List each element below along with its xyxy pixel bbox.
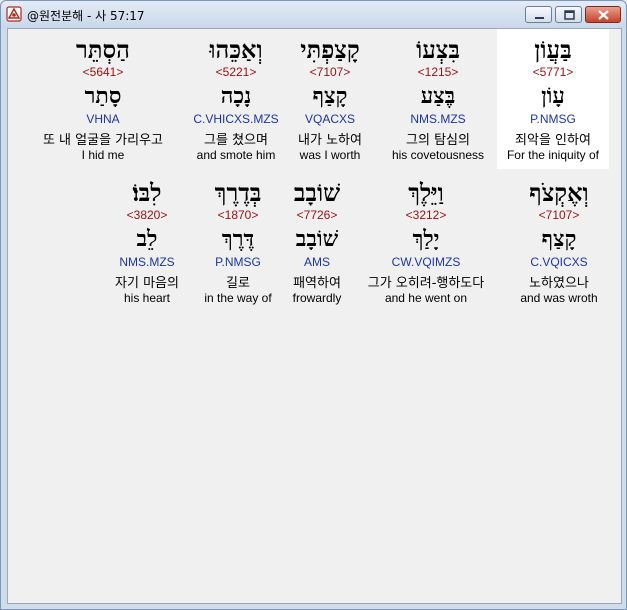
korean-gloss: 그의 탐심의 [406,133,470,148]
word-entry[interactable]: לִבּוֹ׃ <3820> לֵב NMS.MZS 자기 마음의 his he… [91,172,203,312]
hebrew-word: הַסְתֵּר [76,35,130,64]
title-bar[interactable]: @원전분해 - 사 57:17 [1,1,626,28]
word-entry[interactable]: בַּעֲוֹן <5771> עָוֹן P.NMSG 죄악을 인하여 For… [497,29,609,169]
maximize-icon [564,10,575,20]
lemma-word: לֵב [136,226,158,252]
english-gloss: his heart [123,291,171,305]
hebrew-word: וְאַכֵּהוּ [209,35,263,64]
word-analysis-panel: בַּעֲוֹן <5771> עָוֹן P.NMSG 죄악을 인하여 For… [7,28,622,604]
korean-gloss: 노하였으나 [529,276,589,291]
close-button[interactable] [585,6,621,23]
window-title: @원전분해 - 사 57:17 [27,9,145,23]
strong-number[interactable]: <7107> [503,208,615,222]
english-gloss: I hid me [81,148,125,162]
korean-gloss: 자기 마음의 [115,276,179,291]
strong-number[interactable]: <1215> [382,65,494,79]
strong-number[interactable]: <5641> [47,65,159,79]
morph-code: C.VQICXS [530,255,588,269]
strong-number[interactable]: <3820> [91,208,203,222]
english-gloss: and was wroth [520,291,598,305]
strong-number[interactable]: <3212> [370,208,482,222]
strong-number[interactable]: <5771> [497,65,609,79]
korean-gloss: 그가 오히려-행하도다 [367,276,485,291]
hebrew-word: בִּצְעוֹ [416,35,460,64]
morph-code: P.NMSG [530,112,576,126]
hebrew-word: לִבּוֹ׃ [132,178,162,207]
app-window: @원전분해 - 사 57:17 בַּעֲוֹן <5771> עָוֹן P.… [0,0,627,610]
lemma-word: קָצַף [541,226,577,252]
lemma-word: נָכָה [220,83,252,109]
english-gloss: For the iniquity of [506,148,600,162]
korean-gloss: 그를 쳤으며 [204,133,268,148]
lemma-word: בֶּצַע [420,83,456,109]
maximize-button[interactable] [555,6,582,23]
english-gloss: and he went on [384,291,468,305]
morph-code: VHNA [86,112,120,126]
word-entry[interactable]: הַסְתֵּר <5641> סָתַר VHNA 또 내 얼굴을 가리우고 … [43,29,163,169]
word-entry[interactable]: בִּצְעוֹ <1215> בֶּצַע NMS.MZS 그의 탐심의 hi… [382,29,494,169]
hebrew-word: וְאֶקְצֹף [529,178,589,207]
english-gloss: his covetousness [391,148,485,162]
morph-code: CW.VQIMZS [391,255,461,269]
lemma-word: יָלַךְ [412,226,440,252]
bible-app-icon[interactable] [6,6,22,22]
word-entry[interactable]: וְאֶקְצֹף <7107> קָצַף C.VQICXS 노하였으나 an… [503,172,615,312]
korean-gloss: 죄악을 인하여 [515,133,591,148]
minimize-button[interactable] [525,6,552,23]
lemma-word: עָוֹן [541,83,565,109]
word-entry[interactable]: וַיֵּלֶךְ <3212> יָלַךְ CW.VQIMZS 그가 오히려… [368,172,484,312]
korean-gloss: 또 내 얼굴을 가리우고 [42,133,164,148]
lemma-word: סָתַר [84,83,122,109]
morph-code: NMS.MZS [119,255,175,269]
morph-code: NMS.MZS [410,112,466,126]
english-gloss: and smote him [196,148,276,162]
word-entry[interactable]: וְאַכֵּהוּ <5221> נָכָה C.VHICXS.MZS 그를 … [180,29,292,169]
strong-number[interactable]: <5221> [180,65,292,79]
minimize-icon [535,17,544,19]
hebrew-word: וַיֵּלֶךְ [408,178,444,207]
hebrew-word: בַּעֲוֹן [534,35,572,64]
morph-code: C.VHICXS.MZS [193,112,279,126]
close-icon [598,10,609,20]
